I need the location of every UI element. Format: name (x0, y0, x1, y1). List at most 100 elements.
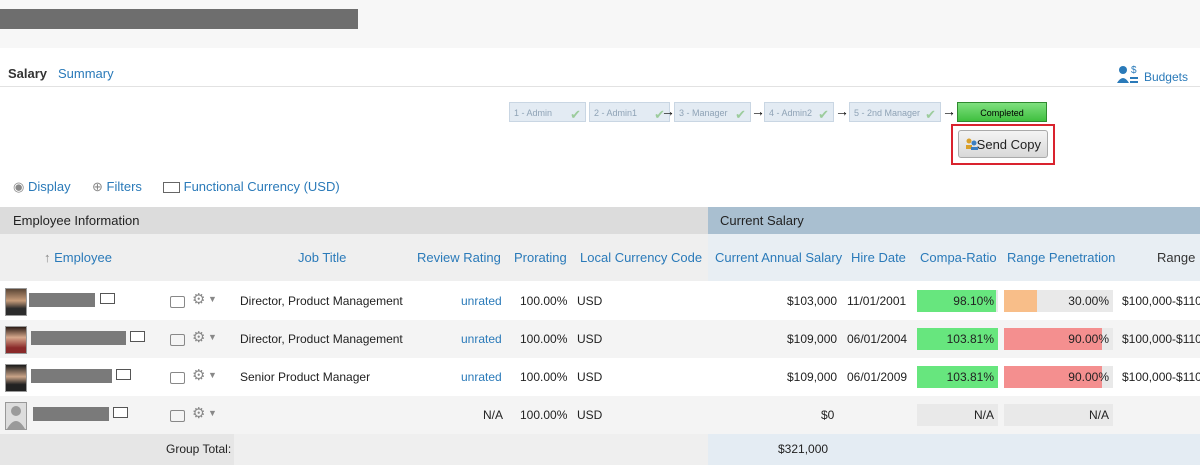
annual-salary: $109,000 (787, 370, 838, 384)
col-range-penetration[interactable]: Range Penetration (1007, 234, 1115, 281)
budgets-label: Budgets (1143, 70, 1188, 84)
review-rating-link[interactable]: unrated (461, 282, 502, 320)
chevron-down-icon[interactable]: ▼ (208, 294, 217, 304)
avatar (5, 288, 27, 316)
prorating: 100.00% (520, 294, 568, 308)
redacted-employee-name[interactable] (29, 293, 95, 307)
gear-icon[interactable]: ⚙ (192, 368, 205, 384)
currency-code: USD (577, 294, 603, 308)
section-current-salary: Current Salary (708, 207, 1200, 234)
redacted-page-title (0, 9, 358, 29)
workflow-steps: 1 - Admin✔ → 2 - Admin1✔ → 3 - Manager✔ … (0, 102, 1200, 124)
review-rating-link[interactable]: unrated (461, 358, 502, 396)
avatar (5, 326, 27, 354)
comment-icon[interactable] (170, 296, 185, 308)
plus-circle-icon: ⊕ (92, 179, 103, 194)
id-card-icon[interactable] (116, 369, 131, 380)
group-total-salary: $321,000 (778, 442, 829, 456)
table-row: ⚙ ▼ Senior Product Manager unrated 100.0… (0, 358, 1200, 396)
check-icon: ✔ (818, 107, 829, 122)
chevron-down-icon[interactable]: ▼ (208, 370, 217, 380)
arrow-icon: → (751, 103, 765, 119)
range-penetration-value: 90.00% (1068, 370, 1109, 384)
sort-up-icon: ↑ (44, 250, 51, 265)
svg-text:$: $ (1131, 65, 1137, 76)
id-card-icon[interactable] (100, 293, 115, 304)
range-penetration-bar: 90.00% (1004, 328, 1113, 350)
annual-salary: $103,000 (787, 294, 838, 308)
grid-toolbar: ◉ Display ⊕ Filters Functional Currency … (0, 179, 400, 199)
range-penetration-value: 30.00% (1068, 294, 1109, 308)
col-prorating[interactable]: Prorating (514, 234, 567, 281)
group-total-row: Group Total: $321,000 (0, 434, 1200, 465)
review-rating-link[interactable]: unrated (461, 320, 502, 358)
id-card-icon[interactable] (130, 331, 145, 342)
chevron-down-icon[interactable]: ▼ (208, 408, 217, 418)
section-employee-information: Employee Information (0, 207, 708, 234)
workflow-step-1: 1 - Admin ✔ (509, 102, 586, 122)
column-header-row: ↑ Employee Job Title Review Rating Prora… (0, 234, 1200, 281)
arrow-icon: → (661, 103, 675, 119)
gear-icon[interactable]: ⚙ (192, 406, 205, 422)
job-title: Director, Product Management (240, 294, 403, 308)
check-icon: ✔ (925, 107, 936, 122)
job-title: Senior Product Manager (240, 370, 371, 384)
col-local-currency-code[interactable]: Local Currency Code (580, 234, 702, 281)
col-employee[interactable]: ↑ Employee (44, 234, 112, 281)
range-penetration-value: 90.00% (1068, 332, 1109, 346)
hire-date: 06/01/2004 (847, 332, 908, 346)
job-title: Director, Product Management (240, 332, 403, 346)
redacted-employee-name[interactable] (31, 369, 112, 383)
redacted-employee-name[interactable] (33, 407, 109, 421)
currency-code: USD (577, 370, 603, 384)
send-copy-highlight: Send Copy (951, 124, 1055, 165)
col-current-annual-salary[interactable]: Current Annual Salary (715, 234, 842, 281)
range-penetration-bar: 90.00% (1004, 366, 1113, 388)
filters-button[interactable]: ⊕ Filters (92, 179, 142, 195)
budgets-link[interactable]: $ Budgets (1116, 64, 1188, 84)
comment-icon[interactable] (170, 410, 185, 422)
workflow-step-5: 5 - 2nd Manager ✔ (849, 102, 941, 122)
display-button[interactable]: ◉ Display (13, 179, 71, 195)
comment-icon[interactable] (170, 372, 185, 384)
col-review-rating[interactable]: Review Rating (417, 234, 501, 281)
hire-date: 06/01/2009 (847, 370, 908, 384)
eye-icon: ◉ (13, 179, 25, 194)
chevron-down-icon[interactable]: ▼ (208, 332, 217, 342)
avatar-placeholder (5, 402, 27, 430)
annual-salary: $0 (821, 408, 835, 422)
compa-ratio-value: 103.81% (946, 332, 994, 346)
workflow-step-completed: Completed (957, 102, 1047, 122)
comment-icon[interactable] (170, 334, 185, 346)
money-icon (163, 182, 180, 194)
id-card-icon[interactable] (113, 407, 128, 418)
avatar (5, 364, 27, 392)
redacted-employee-name[interactable] (31, 331, 126, 345)
table-row: ⚙ ▼ Director, Product Management unrated… (0, 282, 1200, 320)
review-rating: N/A (483, 408, 504, 422)
range-value: $100,000-$110 (1122, 294, 1200, 308)
arrow-icon: → (835, 103, 849, 119)
currency-code: USD (577, 408, 603, 422)
currency-code: USD (577, 332, 603, 346)
col-job-title[interactable]: Job Title (298, 234, 346, 281)
prorating: 100.00% (520, 370, 568, 384)
col-compa-ratio[interactable]: Compa-Ratio (920, 234, 997, 281)
compa-ratio-value: N/A (973, 408, 994, 422)
gear-icon[interactable]: ⚙ (192, 330, 205, 346)
budgets-icon: $ (1116, 65, 1138, 83)
range-value: $100,000-$110 (1122, 332, 1200, 346)
range-penetration-value: N/A (1088, 408, 1109, 422)
compa-ratio-value: 103.81% (946, 370, 994, 384)
prorating: 100.00% (520, 332, 568, 346)
col-hire-date[interactable]: Hire Date (851, 234, 906, 281)
tab-summary[interactable]: Summary (58, 66, 114, 81)
currency-button[interactable]: Functional Currency (USD) (163, 179, 340, 194)
currency-label: Functional Currency (USD) (183, 179, 340, 194)
send-copy-label: Send Copy (976, 137, 1041, 152)
send-copy-button[interactable]: Send Copy (958, 130, 1048, 158)
gear-icon[interactable]: ⚙ (192, 292, 205, 308)
tab-salary[interactable]: Salary (8, 66, 47, 81)
users-icon (966, 138, 978, 150)
check-icon: ✔ (570, 107, 581, 122)
